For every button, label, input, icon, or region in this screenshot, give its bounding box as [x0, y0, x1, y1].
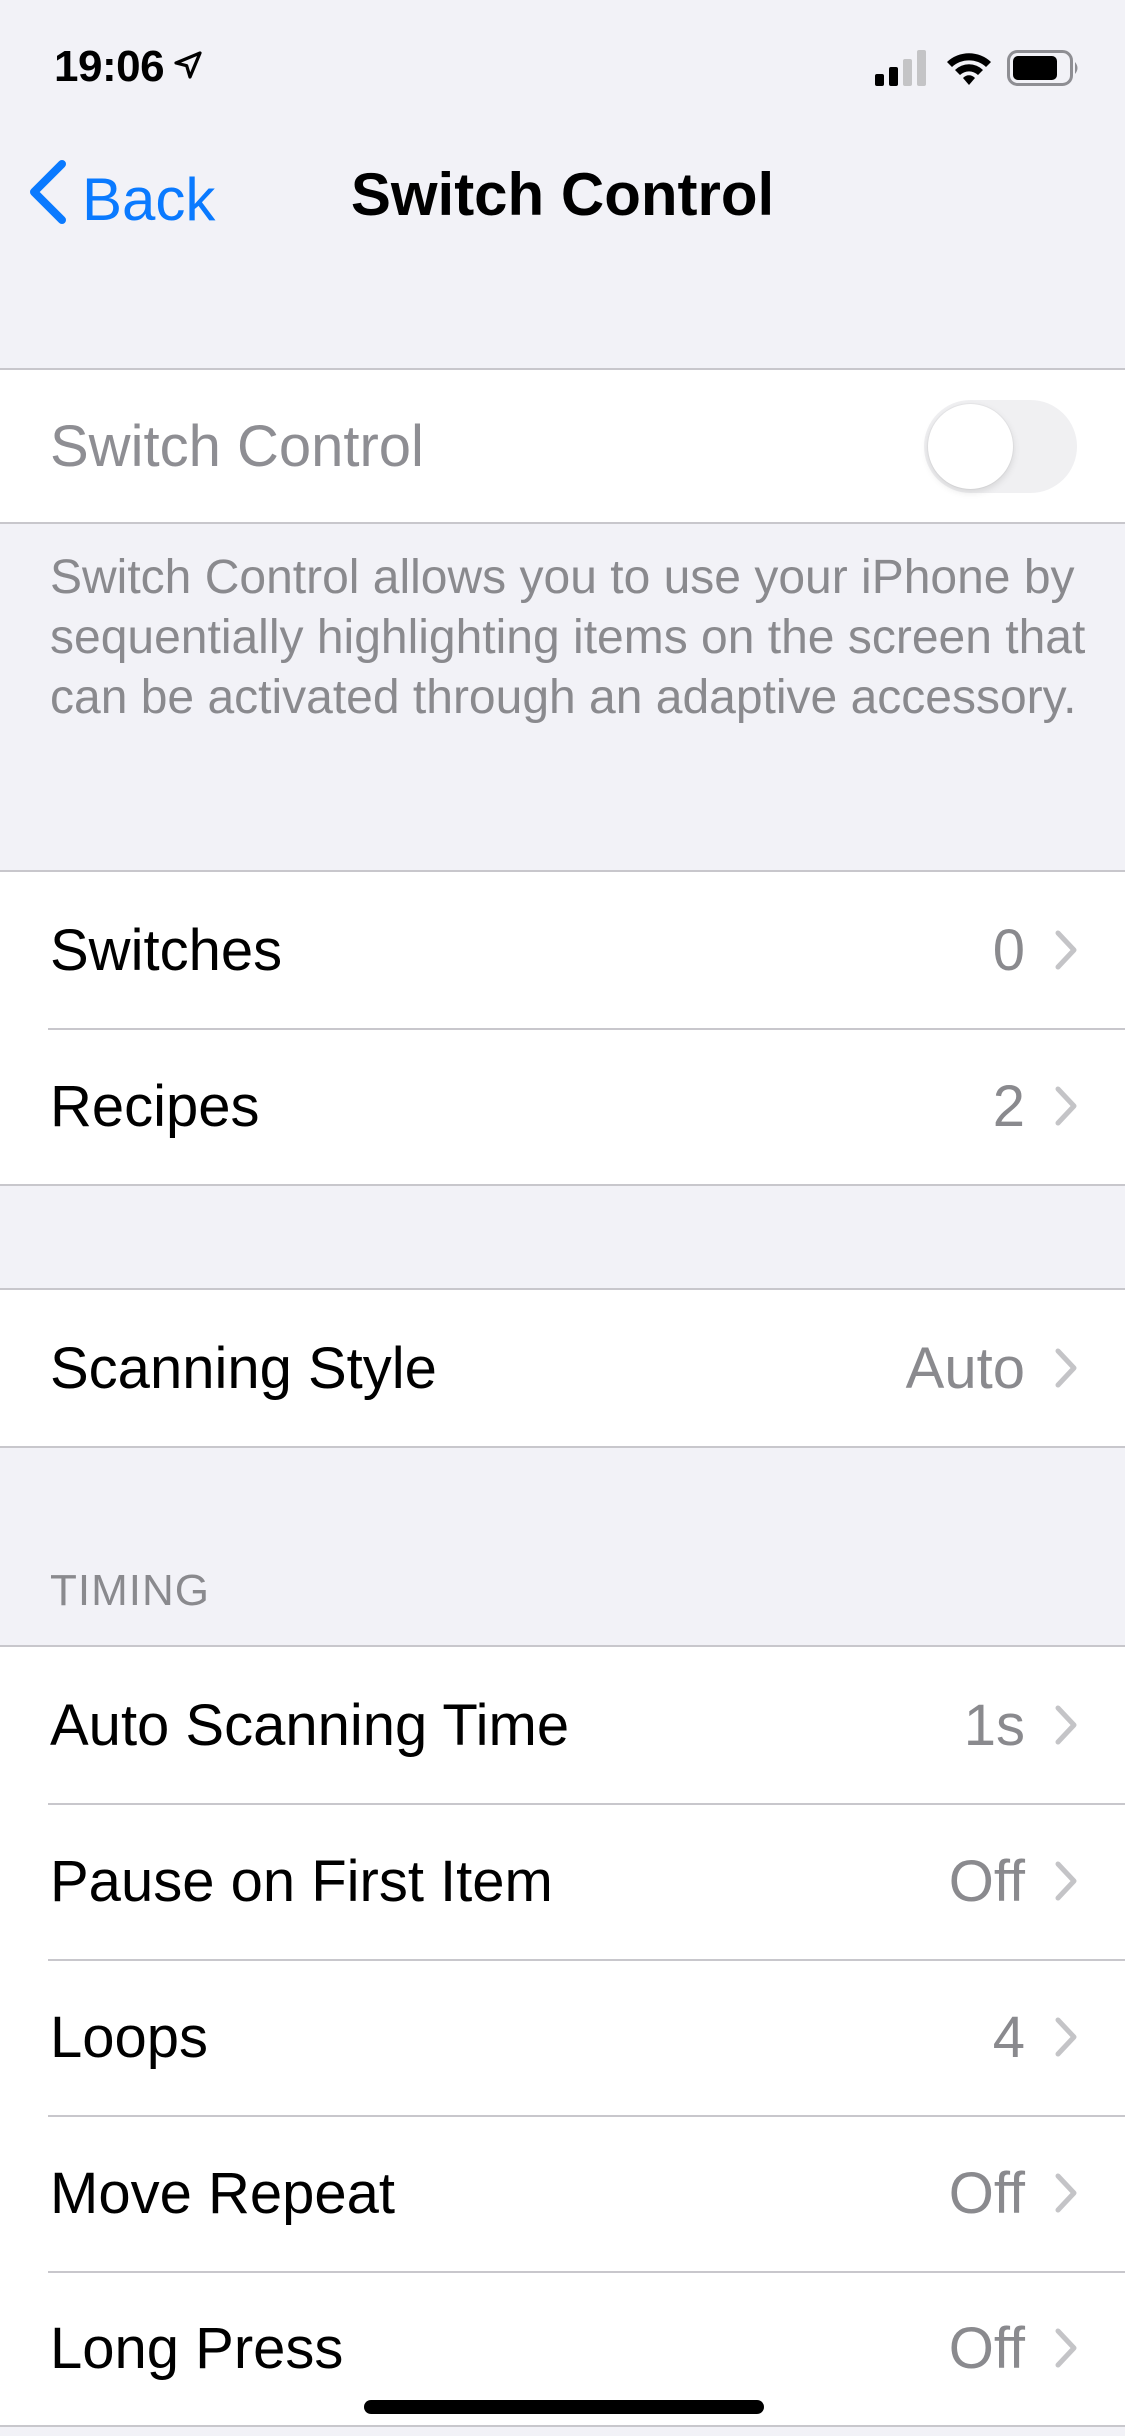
chevron-right-icon — [1055, 1086, 1077, 1126]
row-label: Loops — [50, 2004, 209, 2070]
main-toggle-group: Switch Control — [0, 368, 1125, 524]
chevron-right-icon — [1055, 1861, 1077, 1901]
switches-row[interactable]: Switches 0 — [0, 872, 1125, 1028]
status-time-group: 19:06 — [54, 42, 204, 92]
chevron-right-icon — [1055, 2173, 1077, 2213]
switch-control-toggle[interactable] — [924, 399, 1077, 493]
loops-row[interactable]: Loops 4 — [0, 1959, 1125, 2115]
battery-icon — [1007, 50, 1081, 91]
row-value: Off — [948, 1848, 1025, 1914]
scanning-style-group: Scanning Style Auto — [0, 1288, 1125, 1448]
switch-control-description: Switch Control allows you to use your iP… — [50, 551, 1086, 724]
row-label: Move Repeat — [50, 2160, 395, 2226]
pause-on-first-item-row[interactable]: Pause on First Item Off — [0, 1803, 1125, 1959]
row-label: Scanning Style — [50, 1335, 437, 1401]
row-label: Recipes — [50, 1073, 260, 1139]
status-bar: 19:06 — [0, 0, 1125, 132]
row-value: Off — [948, 2160, 1025, 2226]
row-label: Switches — [50, 917, 283, 983]
toggle-knob — [928, 403, 1013, 489]
cellular-signal-icon — [875, 50, 931, 91]
chevron-right-icon — [1055, 1705, 1077, 1745]
status-indicators — [875, 50, 1081, 91]
row-label: Auto Scanning Time — [50, 1692, 570, 1758]
chevron-right-icon — [1055, 2328, 1077, 2368]
home-indicator[interactable] — [364, 2400, 764, 2414]
chevron-right-icon — [1055, 2017, 1077, 2057]
row-label: Long Press — [50, 2315, 344, 2381]
navigation-bar: Back Switch Control — [0, 132, 1125, 258]
switch-control-label: Switch Control — [50, 413, 424, 479]
wifi-icon — [945, 50, 993, 91]
status-time: 19:06 — [54, 42, 165, 91]
timing-group: Auto Scanning Time 1s Pause on First Ite… — [0, 1645, 1125, 2427]
row-value: 4 — [992, 2004, 1025, 2070]
row-value: 2 — [992, 1073, 1025, 1139]
timing-section-header: TIMING — [50, 1566, 210, 1615]
chevron-right-icon — [1055, 930, 1077, 970]
move-repeat-row[interactable]: Move Repeat Off — [0, 2115, 1125, 2271]
row-value: 0 — [992, 917, 1025, 983]
switches-group: Switches 0 Recipes 2 — [0, 870, 1125, 1186]
location-arrow-icon — [172, 42, 204, 92]
recipes-row[interactable]: Recipes 2 — [0, 1028, 1125, 1184]
row-label: Pause on First Item — [50, 1848, 553, 1914]
chevron-right-icon — [1055, 1348, 1077, 1388]
row-value: Auto — [905, 1335, 1025, 1401]
switch-control-row: Switch Control — [0, 370, 1125, 522]
page-title: Switch Control — [350, 161, 775, 228]
row-value: 1s — [963, 1692, 1025, 1758]
auto-scanning-time-row[interactable]: Auto Scanning Time 1s — [0, 1647, 1125, 1803]
row-value: Off — [948, 2315, 1025, 2381]
scanning-style-row[interactable]: Scanning Style Auto — [0, 1290, 1125, 1446]
